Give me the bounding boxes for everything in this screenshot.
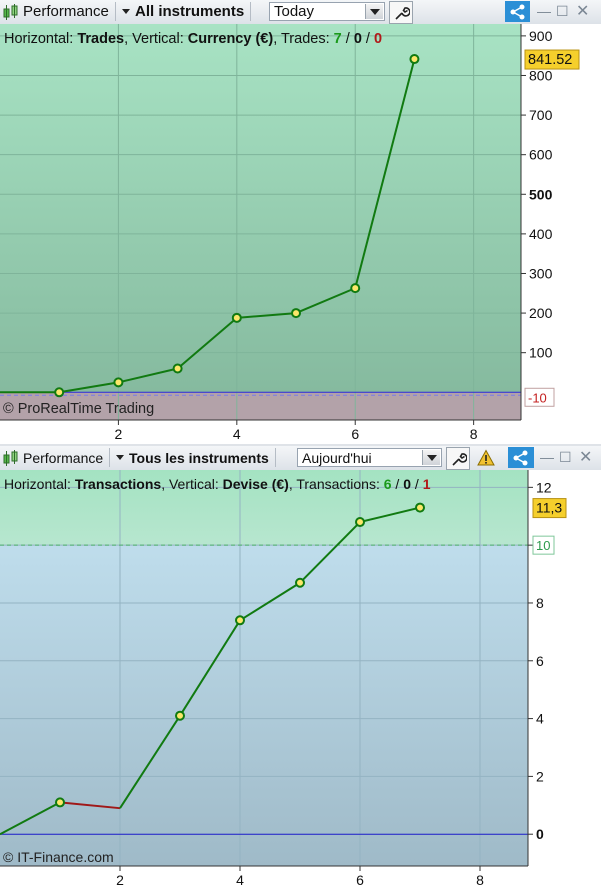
y-tick-label: 4 [536,711,544,727]
period-value: Today [274,3,315,20]
candlestick-icon [3,449,18,466]
y-tick-label: 300 [529,265,553,281]
y-tick-label: 6 [536,653,544,669]
y-tick-label: 600 [529,147,553,163]
dropdown-arrow-icon[interactable] [422,450,440,465]
y-tick-label: 0 [536,826,544,842]
period-value: Aujourd'hui [302,449,372,466]
instrument-dropdown-2[interactable]: Tous les instruments [116,448,276,467]
warning-icon[interactable] [475,447,497,468]
y-tick-label: 100 [529,345,553,361]
close-icon[interactable]: ✕ [579,447,592,467]
minimize-icon[interactable]: — [537,3,551,19]
instrument-dropdown-1[interactable]: All instruments [122,2,252,21]
performance-panel-2: Performance Tous les instruments Aujourd… [0,446,601,893]
performance-panel-1: Performance All instruments Today — ☐ ✕ [0,0,601,444]
period-select-1[interactable]: Today [269,2,385,21]
wrench-icon[interactable] [446,447,470,470]
y-tick-label: 900 [529,28,553,44]
share-icon[interactable] [508,447,534,468]
share-icon[interactable] [505,1,530,22]
last-value-badge-2: 11,3 [532,498,567,519]
x-axis-area [0,866,601,893]
close-icon[interactable]: ✕ [576,1,589,21]
last-value-badge-1: 841.52 [524,49,580,70]
y-tick-label: 12 [536,479,552,495]
candlestick-icon [3,3,18,20]
maximize-icon[interactable]: ☐ [556,3,569,20]
svg-text:841.52: 841.52 [528,52,572,68]
info-line-2: Horizontal: Transactions, Vertical: Devi… [4,476,431,492]
svg-text:-10: -10 [528,390,547,405]
data-point[interactable] [295,577,305,588]
instrument-label: All instruments [135,3,245,20]
copyright-1: © ProRealTime Trading [3,401,154,417]
performance-title-2[interactable]: Performance [2,448,111,467]
data-point[interactable] [235,615,245,626]
svg-text:10: 10 [536,538,550,553]
y-tick-label: 800 [529,67,553,83]
data-point[interactable] [350,283,361,294]
equity-chart-1: 100 200 300 400 500 600 700 800 900 2 4 6 8 Horizon… [0,24,601,444]
x-tick-label: 8 [470,426,478,442]
toolbar-1: Performance All instruments Today — ☐ ✕ [0,0,601,25]
performance-title-1[interactable]: Performance [2,2,116,21]
y-tick-label: 500 [529,186,553,202]
data-point[interactable] [172,363,183,374]
instrument-label: Tous les instruments [129,449,269,466]
chevron-down-icon [122,9,130,14]
data-point[interactable] [175,710,185,721]
x-tick-label: 6 [351,426,359,442]
x-tick-label: 4 [233,426,241,442]
data-point[interactable] [54,387,65,398]
y-tick-label: 200 [529,305,553,321]
info-line-1: Horizontal: Trades, Vertical: Currency (… [4,31,382,47]
data-point[interactable] [113,377,124,388]
threshold-badge-2: 10 [532,535,555,555]
wrench-icon[interactable] [389,1,413,24]
x-tick-label: 6 [356,872,364,888]
data-point[interactable] [415,502,425,513]
data-point[interactable] [291,308,302,319]
data-point[interactable] [355,517,365,528]
y-tick-label: 700 [529,107,553,123]
zero-marker-badge-1: -10 [524,387,555,407]
x-tick-label: 8 [476,872,484,888]
chevron-down-icon [116,455,124,460]
plot-area [0,24,521,420]
x-axis-area [0,420,601,444]
performance-title-text: Performance [23,449,104,466]
y-tick-label: 400 [529,226,553,242]
data-point[interactable] [231,312,242,323]
performance-title-text: Performance [23,3,109,20]
dropdown-arrow-icon[interactable] [365,4,383,19]
y-tick-label: 8 [536,595,544,611]
data-point[interactable] [409,54,420,65]
x-tick-label: 2 [116,872,124,888]
y-tick-label: 2 [536,768,544,784]
toolbar-2: Performance Tous les instruments Aujourd… [0,446,601,471]
data-point[interactable] [55,797,65,808]
equity-chart-2: 0 2 4 6 8 12 2 4 6 8 Horizontal: Transactions, V… [0,470,601,893]
x-tick-label: 4 [236,872,244,888]
copyright-2: © IT-Finance.com [3,849,114,865]
x-tick-label: 2 [115,426,123,442]
period-select-2[interactable]: Aujourd'hui [297,448,442,467]
maximize-icon[interactable]: ☐ [559,449,572,466]
minimize-icon[interactable]: — [540,449,554,465]
svg-text:11,3: 11,3 [536,500,562,516]
